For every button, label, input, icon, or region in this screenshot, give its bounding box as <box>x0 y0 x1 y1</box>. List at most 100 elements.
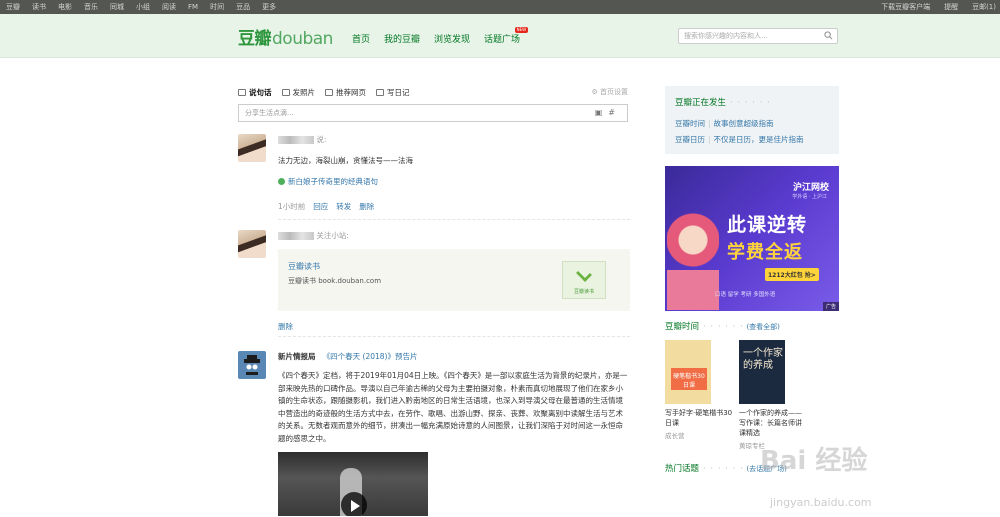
avatar[interactable] <box>238 351 266 379</box>
book-item[interactable]: 硬笔楷书30日课 写手好字·硬笔楷书30日课 成长营 <box>665 340 733 450</box>
ad-brand: 沪江网校 <box>792 183 829 193</box>
reshare-link[interactable]: 转发 <box>336 201 351 212</box>
book-title[interactable]: 一个作家的养成——写作课：长篇名师讲课精选 <box>739 408 807 438</box>
home-settings-label: 首页设置 <box>600 88 628 96</box>
delete-link[interactable]: 删除 <box>278 321 293 332</box>
side-column: 豆瓣正在发生 · · · · · · 豆瓣时间 | 故事创意超级指南 豆瓣日历 | 不仅是… <box>665 86 839 474</box>
baidu-watermark-url: jingyan.baidu.com <box>770 496 872 509</box>
delete-link[interactable]: 删除 <box>359 201 374 212</box>
time-section-title: 豆瓣时间 · · · · · · (查看全部) <box>665 320 839 332</box>
nav-explore[interactable]: 浏览发现 <box>434 32 470 45</box>
reply-link[interactable]: 回应 <box>313 201 328 212</box>
status-input-placeholder: 分享生活点滴... <box>245 109 294 117</box>
nav-topics-label: 话题广场 <box>484 35 521 45</box>
hot-topics-title-text: 热门话题 <box>665 464 700 474</box>
happening-box: 豆瓣正在发生 · · · · · · 豆瓣时间 | 故事创意超级指南 豆瓣日历 | 不仅是… <box>665 86 839 154</box>
feed-item-header: 新片情报局 《四个春天 (2018)》预告片 <box>278 351 630 362</box>
movie-link[interactable]: 《四个春天 (2018)》预告片 <box>323 352 418 361</box>
action-diary[interactable]: 写日记 <box>376 87 410 98</box>
feed-author[interactable]: 新片情报局 <box>278 352 316 361</box>
top-nav-right: 下载豆瓣客户端 提醒 豆邮(1) <box>867 0 996 14</box>
camera-icon[interactable]: ▣ <box>595 108 609 117</box>
calendar-guide-link[interactable]: 不仅是日历，更是佳片指南 <box>714 135 804 144</box>
happening-row-1: 豆瓣时间 | 故事创意超级指南 <box>675 116 829 132</box>
green-dot-icon <box>278 178 285 185</box>
blurred-username[interactable] <box>278 136 314 144</box>
link-icon <box>325 88 333 96</box>
action-recommend-label: 推荐网页 <box>336 87 366 97</box>
top-nav-music[interactable]: 音乐 <box>84 0 98 14</box>
blurred-username[interactable] <box>278 232 314 240</box>
view-all-link[interactable]: (查看全部) <box>746 323 779 331</box>
top-nav-book[interactable]: 读书 <box>32 0 46 14</box>
main-nav: 首页 我的豆瓣 浏览发现 话题广场 NEW <box>352 27 534 45</box>
top-nav-market[interactable]: 豆品 <box>236 0 250 14</box>
mail-link[interactable]: 豆邮(1) <box>972 0 996 14</box>
site-card-title[interactable]: 豆瓣读书 <box>288 261 320 272</box>
ad-cta-button[interactable]: 1212大红包 抢> <box>765 268 819 281</box>
nav-topics[interactable]: 话题广场 NEW <box>484 27 529 45</box>
download-app-link[interactable]: 下载豆瓣客户端 <box>881 0 930 14</box>
feed-item-body: 关注小站: 豆瓣读书 豆瓣读书 book.douban.com 豆瓣读书 删除 <box>278 230 630 332</box>
site-card[interactable]: 豆瓣读书 豆瓣读书 book.douban.com 豆瓣读书 <box>278 249 630 311</box>
top-nav-more[interactable]: 更多 <box>262 0 276 14</box>
ad-anime-girl <box>667 210 719 310</box>
top-nav-fm[interactable]: FM <box>188 0 198 14</box>
feed-item-body: 新片情报局 《四个春天 (2018)》预告片 《四个春天》定档，将于2019年0… <box>278 351 630 516</box>
action-recommend[interactable]: 推荐网页 <box>325 87 366 98</box>
home-settings-link[interactable]: ⚙ 首页设置 <box>591 87 628 97</box>
douban-book-logo-label: 豆瓣读书 <box>573 289 594 295</box>
title-dots: · · · · · · <box>703 322 744 332</box>
notifications-link[interactable]: 提醒 <box>944 0 958 14</box>
action-diary-label: 写日记 <box>387 87 410 97</box>
avatar[interactable] <box>238 230 266 258</box>
top-nav-left: 豆瓣 读书 电影 音乐 同城 小组 阅读 FM 时间 豆品 更多 <box>0 0 288 14</box>
video-thumbnail[interactable] <box>278 452 428 516</box>
douban-time-link[interactable]: 豆瓣时间 <box>675 119 705 128</box>
avatar[interactable] <box>238 134 266 162</box>
feed-item-header: 关注小站: <box>278 230 630 241</box>
play-icon <box>351 500 360 512</box>
speech-icon <box>238 88 246 96</box>
separator: | <box>708 119 711 128</box>
top-nav-local[interactable]: 同城 <box>110 0 124 14</box>
action-photo-label: 发照片 <box>292 87 316 97</box>
logo-en: douban <box>272 29 333 49</box>
site-header: 豆瓣douban 首页 我的豆瓣 浏览发现 话题广场 NEW 搜索你感兴趣的内容和… <box>0 14 1000 58</box>
book-title[interactable]: 写手好字·硬笔楷书30日课 <box>665 408 733 428</box>
douban-logo[interactable]: 豆瓣douban <box>238 24 333 49</box>
search-input[interactable]: 搜索你感兴趣的内容和人... <box>678 28 838 44</box>
book-item[interactable]: 一个作家的养成 一个作家的养成——写作课：长篇名师讲课精选 黄琼专栏 <box>739 340 807 450</box>
douban-book-logo[interactable]: 豆瓣读书 <box>562 261 606 299</box>
bot-avatar-icon <box>244 355 260 375</box>
action-photo[interactable]: 发照片 <box>281 87 316 98</box>
feed-item-sublink[interactable]: 新白娘子传奇里的经典语句 <box>278 176 630 187</box>
book-cover[interactable]: 一个作家的养成 <box>739 340 785 404</box>
action-say[interactable]: 说句话 <box>238 87 272 98</box>
baidu-watermark: Bai 经验 <box>760 446 868 476</box>
douban-time-section: 豆瓣时间 · · · · · · (查看全部) 硬笔楷书30日课 写手好字·硬笔楷… <box>665 320 839 450</box>
top-nav-movie[interactable]: 电影 <box>58 0 72 14</box>
ad-banner[interactable]: 沪江网校 学外语 · 上沪江 此课逆转 学费全返 1212大红包 抢> 口语 留… <box>665 166 839 311</box>
happening-title: 豆瓣正在发生 · · · · · · <box>675 96 829 108</box>
nav-my-douban[interactable]: 我的豆瓣 <box>384 32 420 45</box>
separator: | <box>708 135 711 144</box>
feed-item-text: 法力无边，海裂山崩，贪懂法号——法海 <box>278 156 413 165</box>
photo-icon <box>281 88 290 96</box>
check-icon <box>576 266 592 282</box>
search-icon[interactable] <box>824 31 833 40</box>
top-nav-douban[interactable]: 豆瓣 <box>6 0 20 14</box>
status-input[interactable]: 分享生活点滴... ▣# <box>238 104 628 122</box>
book-cover-text: 一个作家的养成 <box>743 348 783 371</box>
top-nav-group[interactable]: 小组 <box>136 0 150 14</box>
top-nav-read[interactable]: 阅读 <box>162 0 176 14</box>
nav-home[interactable]: 首页 <box>352 32 370 45</box>
story-guide-link[interactable]: 故事创意超级指南 <box>714 119 774 128</box>
book-cover-text: 硬笔楷书30日课 <box>671 368 707 390</box>
douban-calendar-link[interactable]: 豆瓣日历 <box>675 135 705 144</box>
book-cover[interactable]: 硬笔楷书30日课 <box>665 340 711 404</box>
top-nav-time[interactable]: 时间 <box>210 0 224 14</box>
action-say-label: 说句话 <box>249 87 272 97</box>
hashtag-icon[interactable]: # <box>608 108 621 117</box>
feed-item-suffix: 说: <box>316 135 327 144</box>
